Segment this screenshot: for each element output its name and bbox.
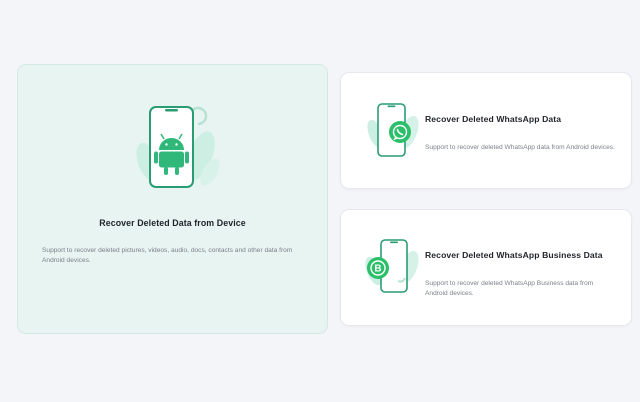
recover-whatsapp-option-card[interactable]: Recover Deleted WhatsApp Data Support to… [340, 72, 632, 189]
recover-whatsapp-business-option-card[interactable]: B Recover Deleted WhatsApp Business Data… [340, 209, 632, 326]
whatsapp-phone-icon [367, 103, 419, 157]
option-title: Recover Deleted WhatsApp Data [425, 114, 562, 124]
whatsapp-business-phone-icon: B [365, 239, 419, 293]
option-description: Support to recover deleted pictures, vid… [42, 247, 293, 264]
recover-device-option-card[interactable]: Recover Deleted Data from Device Support… [17, 64, 328, 334]
option-description: Support to recover deleted WhatsApp Busi… [425, 280, 594, 297]
option-title: Recover Deleted Data from Device [99, 218, 246, 228]
android-phone-icon [136, 106, 220, 188]
option-title: Recover Deleted WhatsApp Business Data [425, 250, 603, 260]
svg-text:B: B [374, 264, 381, 275]
option-description: Support to recover deleted WhatsApp data… [425, 144, 615, 151]
